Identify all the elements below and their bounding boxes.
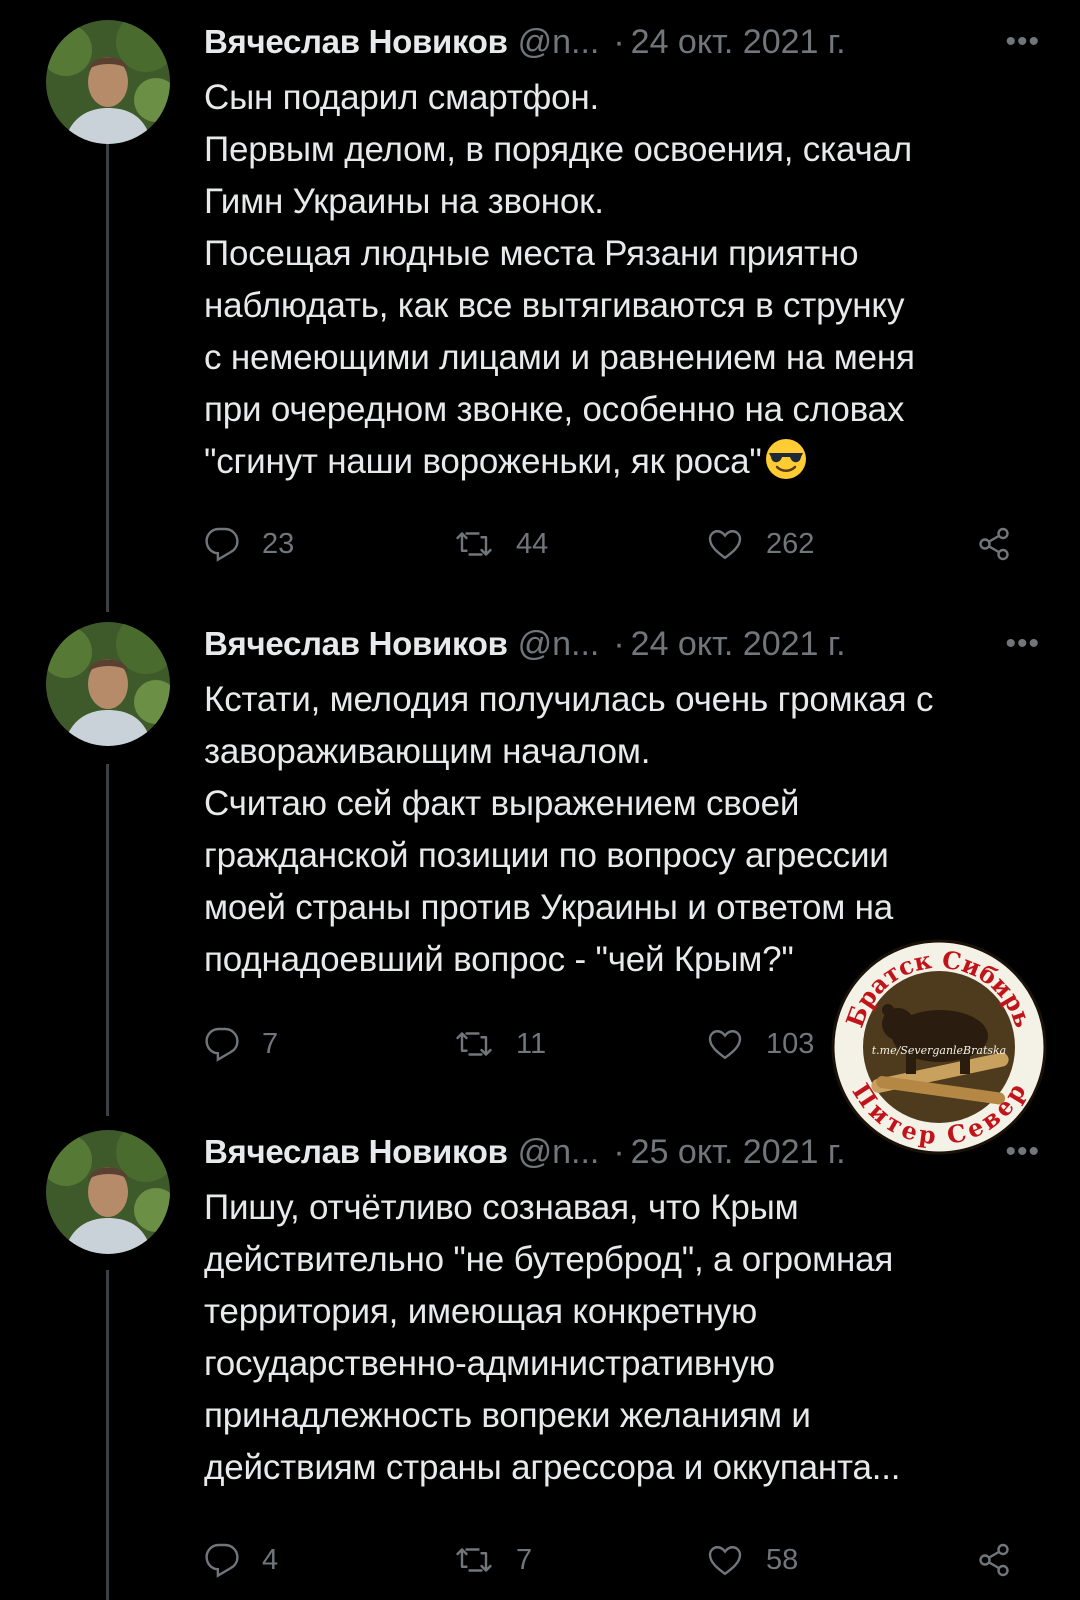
like-button[interactable]: 58	[706, 1538, 798, 1582]
tweet-content: Вячеслав Новиков @n... · 24 окт. 2021 г. ••…	[204, 20, 1040, 488]
reply-icon	[205, 1543, 239, 1578]
reply-count: 4	[262, 1543, 279, 1576]
thread-line-1	[106, 144, 109, 612]
like-count: 58	[766, 1543, 799, 1576]
author-name[interactable]: Вячеслав Новиков	[204, 625, 508, 662]
more-options-icon[interactable]: •••	[1005, 622, 1040, 666]
retweet-count: 44	[516, 527, 549, 560]
watermark-middle-text: t.me/SeverganleBratska	[872, 1044, 1007, 1057]
tweet-header: Вячеслав Новиков @n... · 24 окт. 2021 г. ••…	[204, 20, 1040, 64]
retweet-button[interactable]: 7	[454, 1538, 532, 1582]
tweet-date[interactable]: 24 окт. 2021 г.	[631, 625, 846, 663]
reply-button[interactable]: 7	[204, 1022, 278, 1066]
retweet-button[interactable]: 11	[454, 1022, 546, 1066]
tweet-text: Пишу, отчётливо сознавая, что Крым дейст…	[204, 1188, 901, 1487]
author-handle[interactable]: @n...	[518, 23, 600, 61]
avatar[interactable]	[46, 1130, 170, 1254]
separator-dot: ·	[613, 625, 625, 663]
thread-line-3	[106, 1270, 109, 1600]
share-button[interactable]	[976, 1538, 1034, 1582]
heart-icon	[708, 1030, 742, 1060]
watermark-logo: Братск Сибирь t.me/SeverganleBratska Пит…	[830, 938, 1048, 1156]
share-icon	[979, 527, 1009, 561]
thread-line-2	[106, 764, 109, 1116]
heart-icon	[708, 1546, 742, 1576]
separator-dot: ·	[613, 23, 625, 61]
retweet-icon	[456, 1032, 492, 1056]
heart-icon	[708, 530, 742, 560]
tweet-actions: 23 44 262	[204, 522, 1034, 566]
reply-icon	[205, 1027, 239, 1062]
tweet-content: Вячеслав Новиков @n... · 25 окт. 2021 г. ••…	[204, 1130, 1040, 1494]
author-name[interactable]: Вячеслав Новиков	[204, 1133, 508, 1170]
reply-icon	[205, 527, 239, 562]
author-name[interactable]: Вячеслав Новиков	[204, 23, 508, 60]
share-icon	[979, 1543, 1009, 1577]
reply-count: 7	[262, 1027, 279, 1060]
tweet-text: Сын подарил смартфон. Первым делом, в по…	[204, 72, 1040, 488]
like-count: 262	[766, 527, 815, 560]
more-options-icon[interactable]: •••	[1005, 20, 1040, 64]
share-button[interactable]	[976, 522, 1034, 566]
tweet-content: Вячеслав Новиков @n... · 24 окт. 2021 г. ••…	[204, 622, 1040, 986]
tweet-actions: 4 7 58	[204, 1538, 1034, 1582]
tweet-date[interactable]: 25 окт. 2021 г.	[631, 1133, 846, 1171]
like-button[interactable]: 262	[706, 522, 814, 566]
like-count: 103	[766, 1027, 815, 1060]
reply-count: 23	[262, 527, 295, 560]
reply-button[interactable]: 23	[204, 522, 294, 566]
tweet-header: Вячеслав Новиков @n... · 24 окт. 2021 г. ••…	[204, 622, 1040, 666]
author-handle[interactable]: @n...	[518, 1133, 600, 1171]
retweet-count: 7	[516, 1543, 533, 1576]
reply-button[interactable]: 4	[204, 1538, 278, 1582]
like-button[interactable]: 103	[706, 1022, 814, 1066]
retweet-icon	[456, 1548, 492, 1572]
tweet-text-content: Сын подарил смартфон. Первым делом, в по…	[204, 78, 915, 481]
avatar[interactable]	[46, 20, 170, 144]
sunglasses-emoji-icon	[765, 439, 806, 479]
separator-dot: ·	[613, 1133, 625, 1171]
retweet-button[interactable]: 44	[454, 522, 548, 566]
author-handle[interactable]: @n...	[518, 625, 600, 663]
tweet-date[interactable]: 24 окт. 2021 г.	[631, 23, 846, 61]
avatar[interactable]	[46, 622, 170, 746]
retweet-icon	[456, 532, 492, 556]
retweet-count: 11	[516, 1027, 547, 1060]
